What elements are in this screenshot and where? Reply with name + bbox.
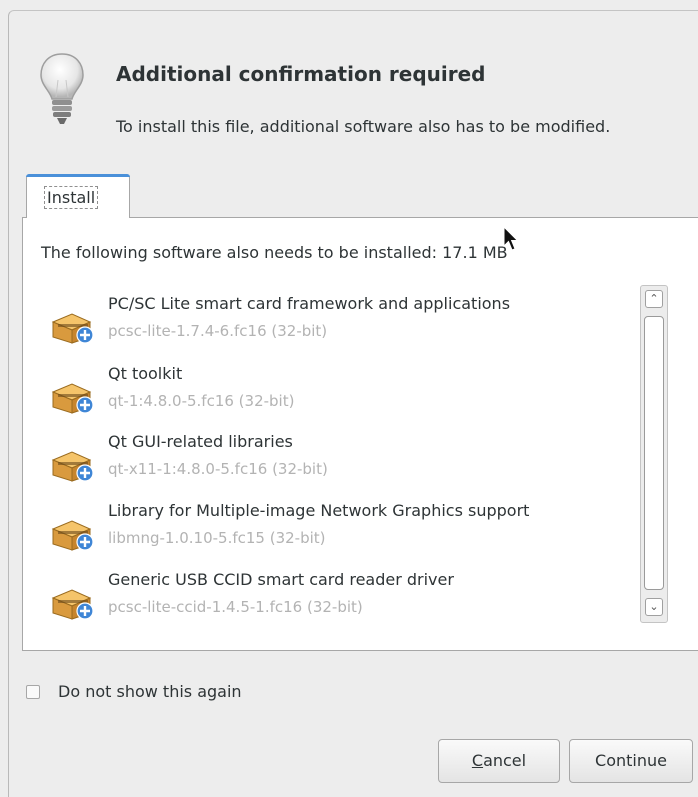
scroll-down-button[interactable]: ⌄ — [645, 598, 663, 616]
cancel-button[interactable]: Cancel — [438, 739, 560, 783]
package-add-icon — [51, 451, 94, 482]
package-version: pcsc-lite-1.7.4-6.fc16 (32-bit) — [108, 322, 328, 340]
package-add-icon — [51, 520, 94, 551]
cancel-label: ancel — [483, 751, 527, 770]
lightbulb-icon — [40, 53, 84, 124]
package-version: qt-1:4.8.0-5.fc16 (32-bit) — [108, 392, 295, 410]
chevron-down-icon: ⌄ — [649, 600, 659, 613]
package-name: PC/SC Lite smart card framework and appl… — [108, 294, 511, 313]
do-not-show-label[interactable]: Do not show this again — [58, 682, 242, 701]
do-not-show-checkbox[interactable] — [26, 685, 40, 699]
needs-installed-text: The following software also needs to be … — [41, 243, 508, 262]
list-item[interactable]: Library for Multiple-image Network Graph… — [50, 501, 630, 565]
mouse-pointer-icon — [503, 226, 519, 251]
list-item[interactable]: PC/SC Lite smart card framework and appl… — [50, 294, 630, 358]
cancel-mnemonic: C — [471, 751, 484, 770]
dialog-title: Additional confirmation required — [116, 62, 486, 86]
package-add-icon — [51, 589, 94, 620]
chevron-up-icon: ⌃ — [649, 292, 659, 305]
tab-install-label: Install — [44, 186, 99, 209]
scroll-up-button[interactable]: ⌃ — [645, 290, 663, 308]
dialog-subtitle: To install this file, additional softwar… — [116, 117, 611, 136]
package-name: Qt GUI-related libraries — [108, 432, 293, 451]
package-version: qt-x11-1:4.8.0-5.fc16 (32-bit) — [108, 460, 328, 478]
tab-install[interactable]: Install — [26, 174, 130, 218]
package-version: libmng-1.0.10-5.fc15 (32-bit) — [108, 529, 326, 547]
list-item[interactable]: Generic USB CCID smart card reader drive… — [50, 570, 630, 634]
scrollbar-thumb[interactable] — [644, 316, 664, 590]
list-item[interactable]: Qt GUI-related libraries qt-x11-1:4.8.0-… — [50, 432, 630, 496]
package-version: pcsc-lite-ccid-1.4.5-1.fc16 (32-bit) — [108, 598, 363, 616]
continue-button[interactable]: Continue — [569, 739, 693, 783]
list-item[interactable]: Qt toolkit qt-1:4.8.0-5.fc16 (32-bit) — [50, 364, 630, 428]
package-name: Qt toolkit — [108, 364, 183, 383]
package-add-icon — [51, 313, 94, 344]
package-name: Generic USB CCID smart card reader drive… — [108, 570, 454, 589]
package-list-scrollbar[interactable]: ⌃ ⌄ — [640, 285, 668, 623]
package-add-icon — [51, 383, 94, 414]
package-name: Library for Multiple-image Network Graph… — [108, 501, 530, 520]
